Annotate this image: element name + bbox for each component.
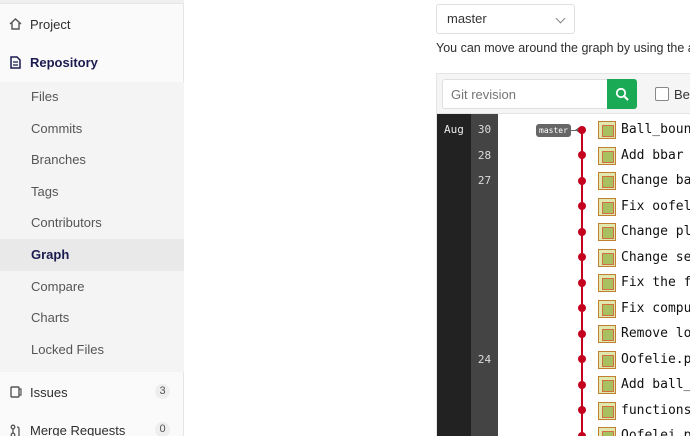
- day-label: 27: [477, 174, 492, 187]
- day-label: 28: [477, 149, 492, 162]
- sidebar-item-label: Repository: [30, 54, 98, 70]
- commit-dot[interactable]: [578, 432, 586, 436]
- sidebar: Project Repository Files Commits Branche…: [0, 0, 184, 436]
- commit-message[interactable]: Fix the f: [621, 275, 690, 290]
- commit-dot[interactable]: [578, 228, 586, 236]
- network-graph: Beg Aug 30 28 27 24 master Ball_boun Add…: [436, 73, 690, 436]
- merge-requests-count-badge: 0: [155, 422, 170, 436]
- commit-message[interactable]: Oofelie.p: [621, 352, 690, 367]
- commit-message[interactable]: Fix compu: [621, 301, 690, 316]
- month-column: Aug: [437, 114, 471, 436]
- commit-dot[interactable]: [578, 177, 586, 185]
- author-avatar[interactable]: [598, 402, 616, 420]
- commit-message[interactable]: Fix oofel: [621, 199, 690, 214]
- month-label: Aug: [444, 123, 464, 136]
- checkbox-label: Beg: [674, 87, 690, 102]
- sidebar-item-repository[interactable]: Repository: [0, 52, 184, 72]
- chevron-down-icon: [555, 13, 566, 24]
- search-button[interactable]: [607, 79, 637, 109]
- commit-dot[interactable]: [578, 330, 586, 338]
- gitlab-page: Project Repository Files Commits Branche…: [0, 0, 690, 436]
- begin-with-commit-checkbox[interactable]: [655, 87, 669, 101]
- issues-count-badge: 3: [155, 384, 170, 399]
- author-avatar[interactable]: [598, 274, 616, 292]
- day-column: 30 28 27 24: [471, 114, 498, 436]
- graph-help-text: You can move around the graph by using t…: [436, 41, 690, 55]
- merge-request-icon: [9, 424, 22, 436]
- author-avatar[interactable]: [598, 376, 616, 394]
- commit-dot[interactable]: [578, 202, 586, 210]
- commit-message[interactable]: Change se: [621, 250, 690, 265]
- sidebar-subitem-files[interactable]: Files: [0, 82, 184, 112]
- author-avatar[interactable]: [598, 300, 616, 318]
- sidebar-subitem-contributors[interactable]: Contributors: [0, 208, 184, 238]
- graph-toolbar: Beg: [437, 74, 690, 114]
- sidebar-subitem-commits[interactable]: Commits: [0, 114, 184, 144]
- commit-dot[interactable]: [578, 355, 586, 363]
- sidebar-item-issues[interactable]: Issues 3: [0, 382, 184, 402]
- sidebar-subitem-compare[interactable]: Compare: [0, 272, 184, 302]
- author-avatar[interactable]: [598, 427, 616, 436]
- day-label: 24: [477, 353, 492, 366]
- branch-select-value: master: [447, 11, 487, 26]
- sidebar-subitem-charts[interactable]: Charts: [0, 303, 184, 333]
- author-avatar[interactable]: [598, 198, 616, 216]
- commit-message[interactable]: Add bbar: [621, 148, 684, 163]
- commit-dot[interactable]: [578, 406, 586, 414]
- branch-select[interactable]: master: [436, 4, 575, 34]
- author-avatar[interactable]: [598, 121, 616, 139]
- commit-message[interactable]: Change pl: [621, 224, 690, 239]
- sidebar-subitem-locked-files[interactable]: Locked Files: [0, 335, 184, 365]
- commit-dot[interactable]: [578, 279, 586, 287]
- sidebar-top-divider: [0, 0, 184, 4]
- commit-message[interactable]: functions: [621, 403, 690, 418]
- home-icon: [9, 18, 22, 31]
- sidebar-item-label: Merge Requests: [30, 422, 126, 436]
- author-avatar[interactable]: [598, 172, 616, 190]
- commit-dot[interactable]: [578, 253, 586, 261]
- author-avatar[interactable]: [598, 223, 616, 241]
- commit-message[interactable]: Ball_boun: [621, 122, 690, 137]
- commit-message[interactable]: Change ba: [621, 173, 690, 188]
- sidebar-item-project[interactable]: Project: [0, 14, 184, 34]
- branch-tag: master: [536, 124, 571, 137]
- search-icon: [615, 87, 629, 101]
- commit-dot[interactable]: [578, 151, 586, 159]
- git-revision-input[interactable]: [442, 79, 608, 109]
- issues-icon: [9, 386, 22, 399]
- sidebar-item-label: Project: [30, 16, 71, 32]
- sidebar-subitem-branches[interactable]: Branches: [0, 145, 184, 175]
- sidebar-subitem-tags[interactable]: Tags: [0, 177, 184, 207]
- author-avatar[interactable]: [598, 351, 616, 369]
- document-icon: [9, 55, 22, 69]
- commit-message[interactable]: Remove lo: [621, 326, 690, 341]
- sidebar-item-label: Issues: [30, 384, 68, 400]
- graph-canvas: master Ball_boun Add bbar Change ba Fix …: [498, 114, 690, 436]
- sidebar-item-merge-requests[interactable]: Merge Requests 0: [0, 420, 184, 436]
- commit-dot[interactable]: [578, 304, 586, 312]
- commit-dot[interactable]: [578, 126, 586, 134]
- commit-dot[interactable]: [578, 381, 586, 389]
- sidebar-subitem-graph[interactable]: Graph: [0, 239, 184, 271]
- repository-submenu: Files Commits Branches Tags Contributors…: [0, 82, 184, 372]
- author-avatar[interactable]: [598, 147, 616, 165]
- day-label: 30: [477, 123, 492, 136]
- commit-message[interactable]: Add ball_: [621, 377, 690, 392]
- commit-message[interactable]: Oofelei.p: [621, 428, 690, 436]
- author-avatar[interactable]: [598, 325, 616, 343]
- author-avatar[interactable]: [598, 249, 616, 267]
